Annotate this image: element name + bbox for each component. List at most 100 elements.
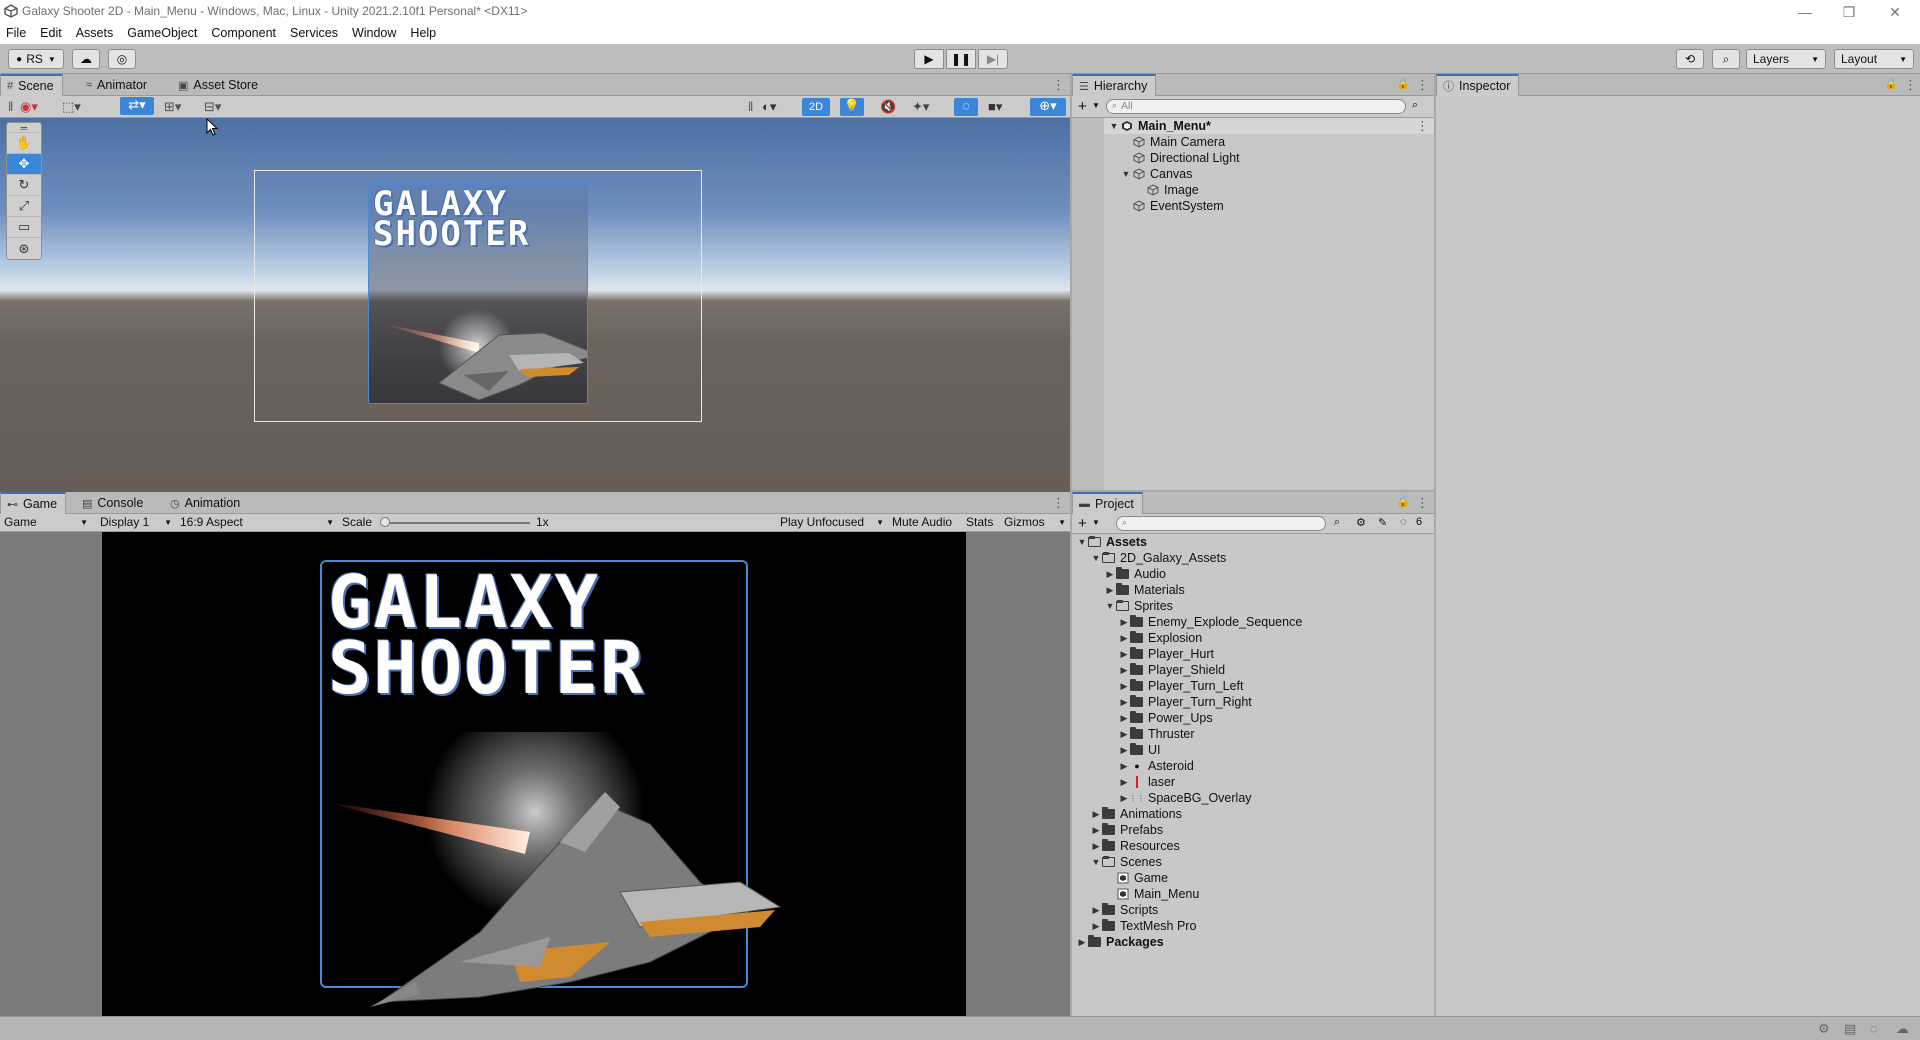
- cloud-button[interactable]: ☁: [72, 49, 100, 69]
- project-item-audio[interactable]: ▶ Audio: [1104, 566, 1166, 582]
- collapse-arrow-icon[interactable]: ▶: [1118, 697, 1130, 708]
- expand-arrow-icon[interactable]: ▼: [1076, 537, 1088, 547]
- minimize-button[interactable]: —: [1782, 0, 1828, 24]
- collapse-arrow-icon[interactable]: ▶: [1104, 585, 1116, 596]
- step-button[interactable]: ▶|: [978, 49, 1008, 69]
- project-item-sprite-folder[interactable]: ▶ Thruster: [1118, 726, 1195, 742]
- collapse-arrow-icon[interactable]: ▶: [1090, 921, 1102, 932]
- collapse-arrow-icon[interactable]: ▶: [1118, 713, 1130, 724]
- collapse-arrow-icon[interactable]: ▶: [1118, 777, 1130, 788]
- collapse-arrow-icon[interactable]: ▶: [1076, 937, 1088, 948]
- project-item-sprites[interactable]: ▼ Sprites: [1104, 598, 1173, 614]
- menu-edit[interactable]: Edit: [40, 26, 62, 40]
- project-item-scene-main-menu[interactable]: Main_Menu: [1116, 886, 1199, 902]
- project-item-sprite-asset[interactable]: ▶ ● Asteroid: [1118, 758, 1194, 774]
- project-item-sprite-asset[interactable]: ▶ laser: [1118, 774, 1176, 790]
- audio-icon[interactable]: 🔇: [880, 99, 896, 115]
- draw-mode-icon[interactable]: ◉▾: [20, 99, 38, 115]
- pause-button[interactable]: ❚❚: [946, 49, 976, 69]
- expand-arrow-icon[interactable]: ▼: [1120, 169, 1132, 179]
- lock-icon[interactable]: 🔒: [1396, 495, 1410, 508]
- scene-options-icon[interactable]: ⋮: [1416, 118, 1429, 134]
- project-item-resources[interactable]: ▶ Resources: [1090, 838, 1180, 854]
- scale-tool-icon[interactable]: ⤢: [7, 196, 41, 217]
- tab-hierarchy[interactable]: ☰ Hierarchy: [1072, 74, 1157, 96]
- scale-slider-track[interactable]: [384, 522, 530, 524]
- shading-mode-icon[interactable]: ◐▾: [762, 99, 776, 115]
- view-select-dropdown[interactable]: Game ▼: [4, 515, 88, 529]
- scene-image-object[interactable]: GALAXY SHOOTER: [368, 184, 588, 404]
- project-item-sprite-folder[interactable]: ▶ Player_Turn_Right: [1118, 694, 1252, 710]
- collapse-arrow-icon[interactable]: ▶: [1090, 809, 1102, 820]
- collapse-arrow-icon[interactable]: ▶: [1104, 569, 1116, 580]
- cache-icon[interactable]: ▤: [1844, 1021, 1856, 1037]
- play-mode-dropdown[interactable]: Play Unfocused ▼: [780, 515, 884, 529]
- ruler-icon[interactable]: ⊟▾: [204, 99, 221, 115]
- lighting-icon[interactable]: 💡: [840, 98, 864, 116]
- collapse-arrow-icon[interactable]: ▶: [1118, 617, 1130, 628]
- tab-animation[interactable]: ◷ Animation: [164, 492, 248, 514]
- tab-console[interactable]: ▤ Console: [76, 492, 151, 514]
- menu-help[interactable]: Help: [410, 26, 436, 40]
- tab-inspector[interactable]: ⓘ Inspector: [1436, 74, 1520, 96]
- project-item-sprite-folder[interactable]: ▶ UI: [1118, 742, 1161, 758]
- project-item-packages[interactable]: ▶ Packages: [1076, 934, 1164, 950]
- add-icon[interactable]: +: [1078, 98, 1087, 115]
- layers-dropdown[interactable]: Layers ▼: [1746, 49, 1826, 69]
- gizmo-cube-icon[interactable]: ⬚▾: [62, 99, 81, 115]
- collapse-arrow-icon[interactable]: ▶: [1090, 905, 1102, 916]
- project-item-sprite-folder[interactable]: ▶ Player_Turn_Left: [1118, 678, 1243, 694]
- collapse-arrow-icon[interactable]: ▶: [1118, 665, 1130, 676]
- collab-status-icon[interactable]: ☁: [1896, 1021, 1909, 1037]
- move-snap-button[interactable]: ⇄▾: [120, 97, 154, 115]
- tab-scene[interactable]: # Scene: [0, 74, 63, 96]
- layout-dropdown[interactable]: Layout ▼: [1834, 49, 1914, 69]
- search-options-icon[interactable]: ⌕: [1412, 99, 1418, 112]
- project-item-materials[interactable]: ▶ Materials: [1104, 582, 1185, 598]
- lock-icon[interactable]: 🔒: [1884, 77, 1898, 90]
- gizmos-dropdown[interactable]: Gizmos ▼: [1004, 515, 1066, 529]
- account-dropdown[interactable]: ● RS ▼: [8, 49, 64, 69]
- move-tool-icon[interactable]: ✥: [7, 154, 41, 175]
- tab-animator[interactable]: ≈ Animator: [80, 74, 155, 96]
- hierarchy-scene-row[interactable]: ▼ Main_Menu*: [1108, 118, 1211, 134]
- collapse-arrow-icon[interactable]: ▶: [1118, 761, 1130, 772]
- menu-services[interactable]: Services: [290, 26, 338, 40]
- expand-arrow-icon[interactable]: ▼: [1090, 553, 1102, 563]
- hand-tool-icon[interactable]: ✋: [7, 133, 41, 154]
- more-options-icon[interactable]: ⋮: [1052, 77, 1065, 93]
- collapse-arrow-icon[interactable]: ▶: [1090, 825, 1102, 836]
- menu-assets[interactable]: Assets: [76, 26, 114, 40]
- chevron-down-icon[interactable]: ▼: [1092, 101, 1100, 110]
- effects-icon[interactable]: ✦▾: [912, 99, 929, 115]
- hierarchy-item-canvas[interactable]: ▼ Canvas: [1120, 166, 1193, 182]
- project-item-sprite-folder[interactable]: ▶ Enemy_Explode_Sequence: [1118, 614, 1302, 630]
- expand-arrow-icon[interactable]: ▼: [1108, 121, 1120, 131]
- project-item-sprite-folder[interactable]: ▶ Power_Ups: [1118, 710, 1213, 726]
- filter-icon[interactable]: ⚙: [1356, 516, 1366, 529]
- add-icon[interactable]: +: [1078, 515, 1087, 532]
- more-options-icon[interactable]: ⋮: [1904, 77, 1917, 93]
- hidden-packages-icon[interactable]: ◌: [1400, 516, 1407, 528]
- more-options-icon[interactable]: ⋮: [1416, 77, 1429, 93]
- restore-button[interactable]: ❐: [1826, 0, 1872, 24]
- collapse-arrow-icon[interactable]: ▶: [1118, 729, 1130, 740]
- hierarchy-search-input[interactable]: All: [1106, 99, 1406, 114]
- tab-project[interactable]: ▬ Project: [1072, 492, 1143, 514]
- expand-arrow-icon[interactable]: ▼: [1104, 601, 1116, 611]
- collapse-arrow-icon[interactable]: ▶: [1118, 745, 1130, 756]
- mute-audio-button[interactable]: Mute Audio: [892, 515, 952, 529]
- collab-button[interactable]: ◎: [108, 49, 136, 69]
- camera-icon[interactable]: ■▾: [988, 99, 1002, 115]
- project-item-scene-game[interactable]: Game: [1116, 870, 1168, 886]
- menu-gameobject[interactable]: GameObject: [127, 26, 197, 40]
- search-button[interactable]: ⌕: [1712, 49, 1740, 69]
- more-options-icon[interactable]: ⋮: [1416, 495, 1429, 511]
- close-window-button[interactable]: ✕: [1872, 0, 1918, 24]
- project-item-sprite-folder[interactable]: ▶ Player_Hurt: [1118, 646, 1214, 662]
- transform-tool-icon[interactable]: ⊛: [7, 238, 41, 259]
- collapse-arrow-icon[interactable]: ▶: [1090, 841, 1102, 852]
- hierarchy-item-image[interactable]: Image: [1146, 182, 1199, 198]
- rect-tool-icon[interactable]: ▭: [7, 217, 41, 238]
- project-search-input[interactable]: [1116, 516, 1326, 531]
